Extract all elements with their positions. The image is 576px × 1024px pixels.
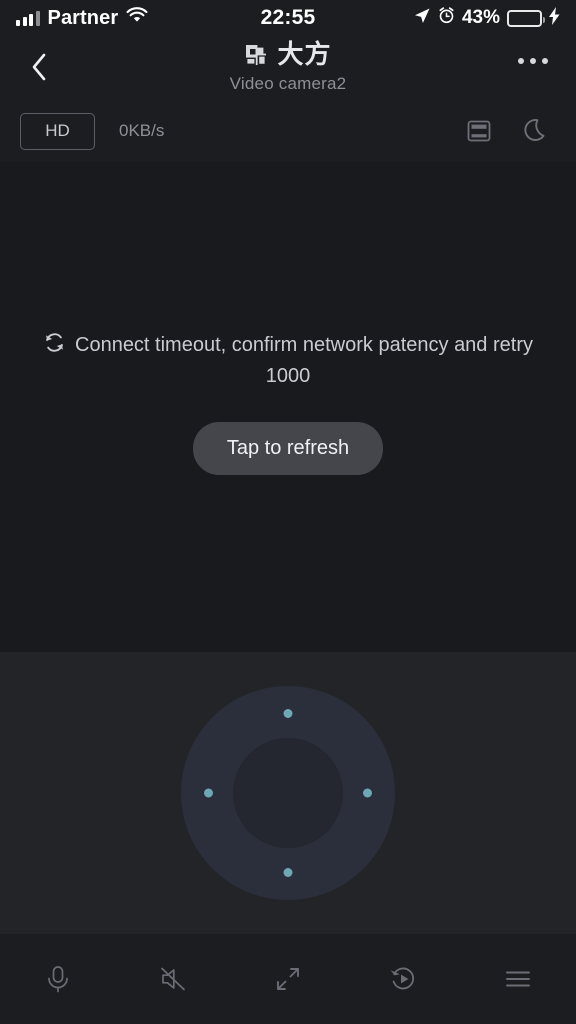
connection-message-text: Connect timeout, confirm network patency…: [75, 333, 533, 387]
title-block: 大方 Video camera2: [0, 42, 576, 94]
direction-pad-center[interactable]: [233, 738, 343, 848]
app-screen: Partner 22:55 43% 大方 Video camera2 HD 0K…: [0, 0, 576, 1024]
more-options-icon: [542, 58, 548, 64]
bitrate-label: 0KB/s: [119, 121, 165, 140]
location-arrow-icon: [413, 7, 431, 30]
pan-tilt-control-area: [0, 652, 576, 934]
hd-quality-button[interactable]: HD: [20, 112, 95, 150]
direction-pad-dot-right[interactable]: [363, 788, 372, 798]
brand-row: 大方: [244, 42, 331, 68]
snapshot-button[interactable]: [464, 116, 494, 146]
dafang-logo-icon: [246, 45, 267, 65]
tap-to-refresh-button[interactable]: Tap to refresh: [192, 421, 384, 475]
more-options-button[interactable]: [512, 52, 554, 70]
brand-name-label: 大方: [277, 40, 332, 70]
menu-hamburger-icon: [506, 971, 531, 987]
microphone-icon: [47, 966, 68, 993]
direction-pad[interactable]: [181, 686, 395, 900]
bottom-toolbar: [0, 934, 576, 1024]
microphone-button[interactable]: [0, 934, 115, 1024]
menu-button[interactable]: [461, 934, 576, 1024]
night-mode-button[interactable]: [522, 116, 552, 146]
device-subtitle: Video camera2: [229, 74, 347, 93]
alarm-clock-icon: [438, 7, 455, 29]
video-stream-area[interactable]: Connect timeout, confirm network patency…: [0, 162, 576, 652]
snapshot-icon: [467, 120, 491, 142]
direction-pad-dot-up[interactable]: [283, 709, 293, 718]
playback-history-icon: [390, 967, 415, 990]
quality-bar: HD 0KB/s: [0, 100, 576, 162]
lightning-bolt-icon: [549, 6, 560, 30]
quality-bar-actions: [464, 116, 556, 146]
direction-pad-dot-left[interactable]: [204, 788, 213, 798]
fullscreen-expand-icon: [277, 968, 299, 990]
more-options-icon: [530, 58, 536, 64]
moon-icon: [524, 119, 545, 141]
navigation-bar: 大方 Video camera2: [0, 36, 576, 100]
speaker-muted-icon: [160, 967, 185, 991]
connection-message-block: Connect timeout, confirm network patency…: [0, 330, 576, 475]
playback-button[interactable]: [346, 934, 461, 1024]
sync-refresh-icon: [46, 332, 63, 352]
battery-icon: [507, 9, 545, 27]
more-options-icon: [518, 58, 524, 64]
battery-percent-label: 43%: [461, 7, 500, 28]
direction-pad-dot-down[interactable]: [283, 868, 293, 877]
fullscreen-button[interactable]: [230, 934, 345, 1024]
status-bar: Partner 22:55 43%: [0, 0, 576, 36]
status-bar-right: 43%: [288, 6, 560, 30]
sound-mute-button[interactable]: [115, 934, 230, 1024]
